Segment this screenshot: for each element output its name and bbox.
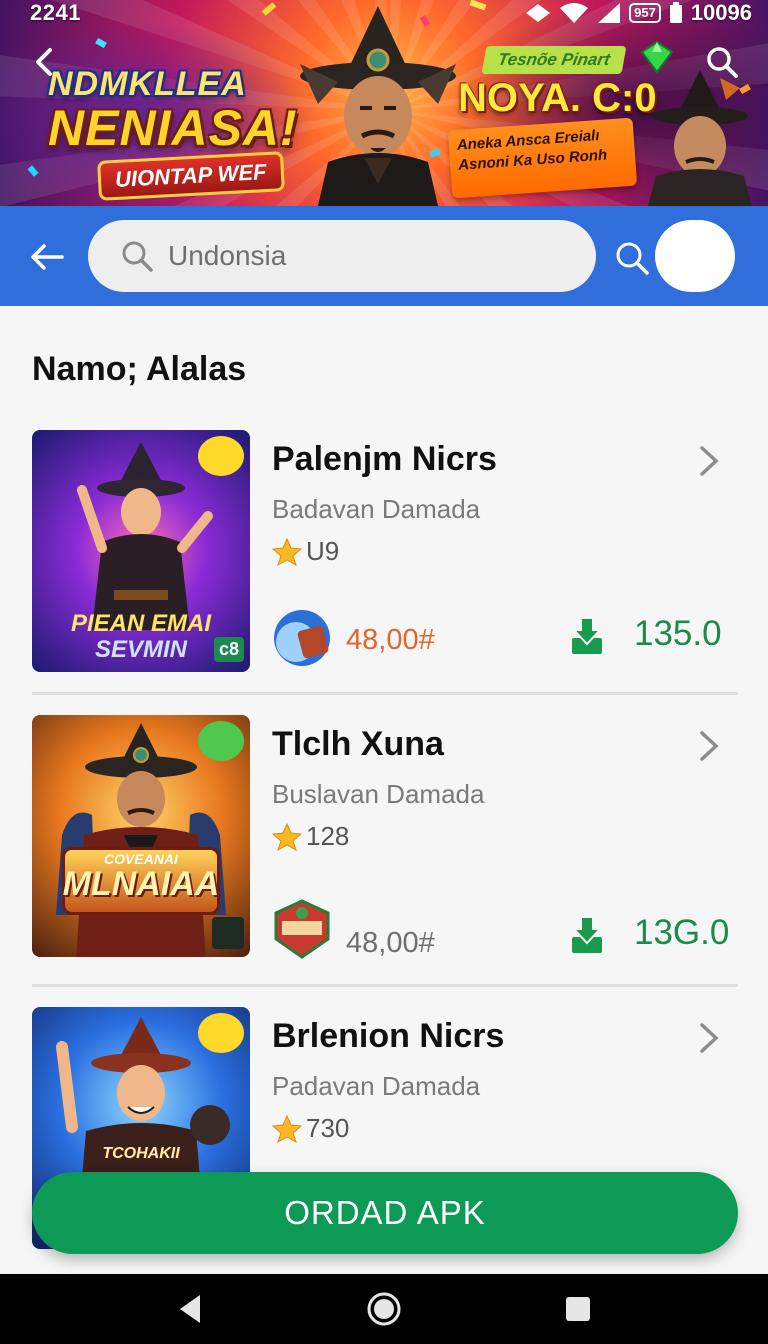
search-icon	[122, 241, 153, 272]
app-name[interactable]: Palenjm Nicrs	[272, 440, 497, 479]
chevron-right-icon[interactable]	[696, 729, 722, 763]
app-thumbnail: PIEAN EMAI SEVMIN c8	[32, 430, 250, 672]
download-icon[interactable]	[570, 915, 604, 955]
thumb-title-1: TCOHAKII	[102, 1145, 180, 1162]
status-bar: 2241 957 10096	[0, 0, 768, 26]
battery-badge: 957	[629, 3, 661, 23]
search-field[interactable]	[88, 220, 596, 292]
app-developer: Padavan Damada	[272, 1071, 481, 1101]
app-thumbnail: COVEANAI MLNAIAA	[32, 715, 250, 957]
back-arrow-icon[interactable]	[30, 239, 66, 275]
nav-home-icon[interactable]	[366, 1291, 402, 1327]
download-count: 13G.0	[634, 913, 730, 952]
app-rating: U9	[272, 536, 339, 567]
speech-bubble	[198, 721, 244, 761]
search-header	[0, 206, 768, 306]
app-developer: Badavan Damada	[272, 494, 481, 524]
list-item[interactable]: PIEAN EMAI SEVMIN c8 Palenjm Nicrs Badav…	[32, 430, 738, 674]
status-clock: 10096	[690, 0, 752, 25]
logo-line1: NDMKLLEA	[48, 65, 247, 103]
speech-bubble	[198, 436, 244, 476]
search-input[interactable]	[168, 240, 568, 272]
search-icon[interactable]	[704, 44, 740, 80]
download-apk-button[interactable]: ORDAD APK	[32, 1172, 738, 1254]
green-gem-icon	[640, 40, 674, 74]
app-root: 2241 957 10096 NDMKLLEA NENIASA! UIONTAP…	[0, 0, 768, 1344]
promo-tag: Tesnõe Pinart	[481, 46, 627, 74]
back-arrow-icon[interactable]	[30, 44, 62, 80]
villain-character-image	[648, 70, 752, 206]
divider	[32, 692, 738, 695]
cell-signal-icon	[598, 3, 621, 23]
battery-icon	[669, 2, 682, 23]
game-mini-icon	[274, 899, 330, 959]
app-developer: Buslavan Damada	[272, 779, 485, 809]
app-name[interactable]: Brlenion Nicrs	[272, 1017, 504, 1056]
star-icon	[272, 537, 302, 566]
speech-bubble	[198, 1013, 244, 1053]
chevron-right-icon[interactable]	[696, 444, 722, 478]
signal-diamond-icon	[526, 4, 551, 22]
promo-box: Aneka Ansca Ereialı Asnoni Ka Uso Ronh	[447, 117, 638, 199]
thumb-title-2: MLNAIAA	[62, 865, 220, 903]
promo-banner[interactable]: 2241 957 10096 NDMKLLEA NENIASA! UIONTAP…	[0, 0, 768, 206]
rating-value: U9	[306, 536, 340, 566]
app-rating: 730	[272, 1113, 349, 1144]
star-icon	[272, 822, 302, 851]
rating-value: 730	[306, 1113, 350, 1143]
download-icon[interactable]	[570, 616, 604, 656]
app-price: 48,00#	[346, 927, 435, 959]
thumb-title-1: PIEAN EMAI	[70, 610, 211, 637]
logo-line2: NENIASA!	[48, 100, 298, 156]
status-time: 2241	[30, 0, 81, 25]
game-logo: NDMKLLEA NENIASA! UIONTAP WEF	[48, 65, 318, 201]
hero-character-image	[300, 6, 456, 206]
app-list-section: Namo; Alalas PIEAN EMAI SEVMIN c8 Palenj…	[0, 306, 768, 1274]
divider	[32, 984, 738, 987]
app-rating: 128	[272, 821, 349, 852]
chevron-right-icon[interactable]	[696, 1021, 722, 1055]
avatar[interactable]	[655, 220, 735, 292]
rating-value: 128	[306, 821, 350, 851]
thumb-corner-icon	[212, 917, 244, 949]
list-item[interactable]: COVEANAI MLNAIAA Tlclh Xuna Buslavan Dam…	[32, 715, 738, 959]
promo-panel: Tesnõe Pinart NOYA. C:0 Aneka Ansca Erei…	[447, 46, 657, 199]
search-icon[interactable]	[614, 240, 650, 276]
nav-recents-icon[interactable]	[560, 1291, 596, 1327]
game-mini-icon	[274, 610, 330, 666]
download-count: 135.0	[634, 614, 722, 653]
wifi-icon	[560, 3, 589, 23]
status-icons: 957 10096	[525, 0, 752, 26]
thumb-badge: c8	[213, 637, 244, 662]
app-name[interactable]: Tlclh Xuna	[272, 725, 444, 764]
system-nav-bar	[0, 1274, 768, 1344]
promo-title: NOYA. C:0	[458, 76, 657, 120]
nav-back-icon[interactable]	[172, 1291, 208, 1327]
app-price: 48,00#	[346, 624, 435, 656]
star-icon	[272, 1114, 302, 1143]
section-title: Namo; Alalas	[32, 350, 247, 388]
logo-ribbon: UIONTAP WEF	[97, 151, 285, 201]
